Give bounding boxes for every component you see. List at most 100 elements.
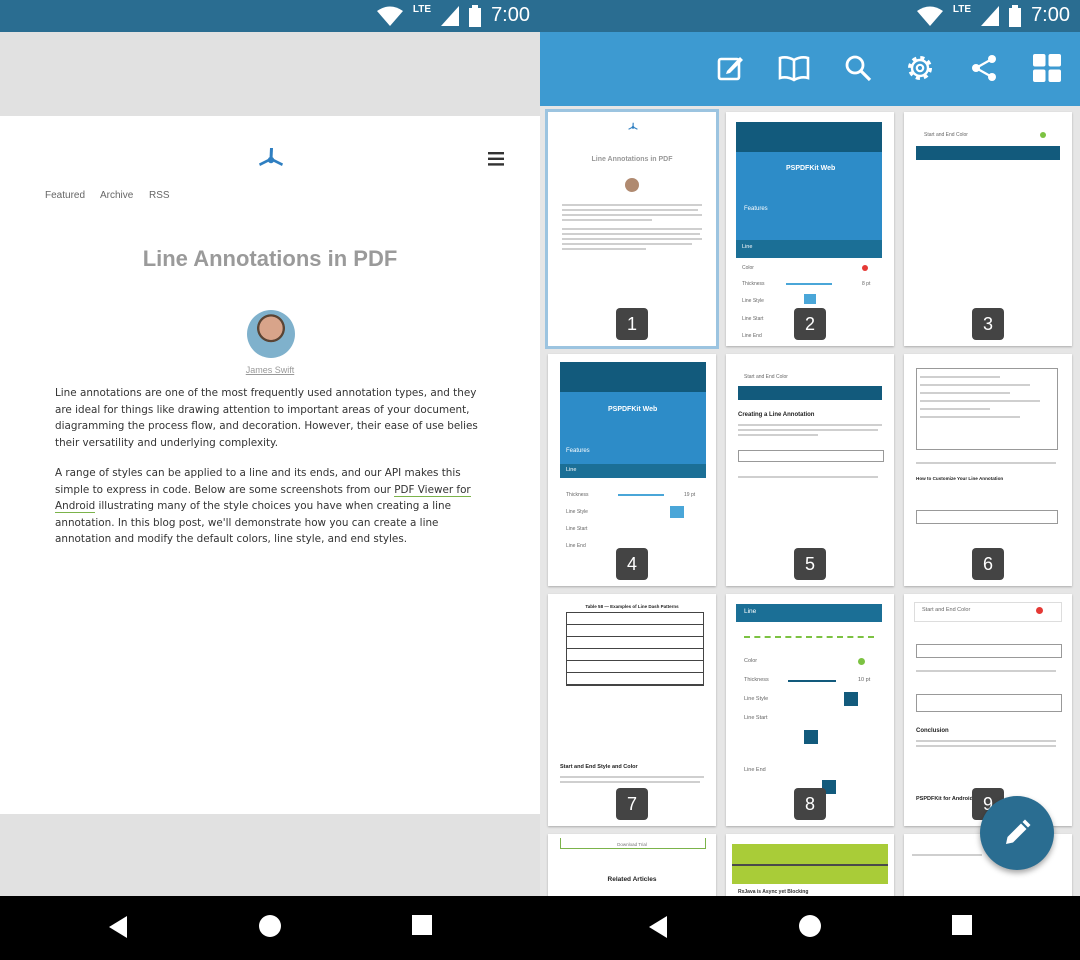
pdf-page[interactable]: Featured Archive RSS Line Annotations in… <box>0 116 540 814</box>
thumb-thickness-value: 10 pt <box>858 677 871 683</box>
thumb-sheet-header <box>736 240 882 258</box>
thumb-title: Line Annotations in PDF <box>591 156 673 163</box>
thumb-footer-title: PSPDFKit for Android <box>916 796 973 802</box>
thumb-navbar <box>738 386 882 400</box>
cell-signal-icon <box>981 5 1000 26</box>
thumb-sheet-header <box>560 464 706 478</box>
thumb-sheet-title: Line <box>744 608 757 615</box>
paragraph-text: illustrating many of the style choices y… <box>55 500 452 545</box>
author-name-link[interactable]: James Swift <box>0 365 540 375</box>
annotate-icon <box>717 57 743 81</box>
thumb-start-label: Line Start <box>744 715 768 721</box>
cell-signal-icon <box>441 5 460 26</box>
thumb-color-dot <box>1036 607 1043 614</box>
page-number-badge: 8 <box>794 788 826 820</box>
thumb-style-label: Line Style <box>744 696 769 702</box>
thumb-start-selected <box>804 730 818 744</box>
page-number-badge: 5 <box>794 548 826 580</box>
thumb-slider <box>786 283 832 285</box>
thumb-end-label: Line End <box>566 543 586 549</box>
recents-button[interactable] <box>411 914 433 936</box>
home-button[interactable] <box>798 914 822 938</box>
thumb-code-box <box>916 694 1062 712</box>
nav-link-featured[interactable]: Featured <box>45 190 85 201</box>
thumb-color-dot <box>1040 132 1046 138</box>
wifi-icon <box>376 6 403 26</box>
thumb-style-label: Line Style <box>566 509 588 515</box>
thumb-avatar <box>625 178 639 192</box>
document-view[interactable]: Featured Archive RSS Line Annotations in… <box>0 32 540 896</box>
thumb-thickness-label: Thickness <box>566 492 589 498</box>
thumb-sheet-title: Line <box>566 467 577 473</box>
thumb-dashed-line <box>744 636 874 638</box>
hamburger-menu-icon[interactable] <box>488 152 504 166</box>
pencil-icon <box>1006 819 1031 844</box>
home-button[interactable] <box>258 914 282 938</box>
thumb-style-box <box>670 506 684 518</box>
thumb-code-box <box>916 644 1062 658</box>
thumb-thickness-value: 19 pt <box>684 492 696 498</box>
settings-button[interactable] <box>904 52 936 84</box>
search-icon <box>845 55 872 82</box>
thumb-label: Start and End Color <box>922 607 971 613</box>
system-navigation-bar <box>0 896 1080 960</box>
back-button[interactable] <box>647 914 669 940</box>
nav-link-archive[interactable]: Archive <box>100 190 133 201</box>
page-thumbnail-11[interactable]: RxJava is Async yet Blocking <box>726 834 894 896</box>
nav-link-rss[interactable]: RSS <box>149 190 170 201</box>
wifi-icon <box>916 6 943 26</box>
page-thumbnail-2[interactable]: PSPDFKit Web Features Line Color Thickne… <box>726 112 894 346</box>
pspdfkit-logo-icon <box>259 148 283 166</box>
thumb-trial-label: Download Trial <box>617 842 647 847</box>
page-thumbnail-3[interactable]: Start and End Color 3 <box>904 112 1072 346</box>
thumb-heading: Conclusion <box>916 728 949 734</box>
pspdfkit-logo-icon <box>628 122 638 130</box>
outline-icon <box>778 56 810 82</box>
page-thumbnail-10[interactable]: Download Trial Related Articles <box>548 834 716 896</box>
thumb-heading: Related Articles <box>607 876 657 883</box>
article-paragraph-2: A range of styles can be applied to a li… <box>55 465 487 548</box>
thumb-start-label: Line Start <box>742 316 764 322</box>
page-thumbnail-4[interactable]: PSPDFKit Web Features Line Thickness 19 … <box>548 354 716 586</box>
page-thumbnail-7[interactable]: Table 58 — Examples of Line Dash Pattern… <box>548 594 716 826</box>
thumb-heading: How to Customize Your Line Annotation <box>916 476 1004 481</box>
recents-button[interactable] <box>951 914 973 936</box>
thumb-code-box <box>738 450 884 462</box>
outline-button[interactable] <box>778 52 810 84</box>
page-number-badge: 1 <box>616 308 648 340</box>
page-thumbnail-8[interactable]: Line Color Thickness 10 pt Line Style Li… <box>726 594 894 826</box>
thumb-label: Start and End Color <box>924 132 968 138</box>
thumb-color-dot <box>858 658 865 665</box>
annotate-button[interactable] <box>714 52 746 84</box>
thumb-caption: RxJava is Async yet Blocking <box>738 889 809 895</box>
network-type-label: LTE <box>412 4 432 15</box>
back-button[interactable] <box>107 914 129 940</box>
page-number-badge: 7 <box>616 788 648 820</box>
page-number-badge: 6 <box>972 548 1004 580</box>
share-icon <box>972 55 996 81</box>
thumb-end-label: Line End <box>744 767 766 773</box>
thumbnail-grid-view[interactable]: Line Annotations in PDF 1 PSPDFKit Web F… <box>540 32 1080 896</box>
thumb-slider <box>788 680 836 682</box>
thumb-style-box <box>844 692 858 706</box>
thumb-table <box>566 612 704 686</box>
page-thumbnail-1[interactable]: Line Annotations in PDF 1 <box>545 109 719 349</box>
thumb-color-label: Color <box>742 265 754 271</box>
battery-icon <box>469 4 482 27</box>
thumb-navbar <box>916 146 1060 160</box>
thumbnail-grid-button[interactable] <box>1031 52 1063 84</box>
settings-icon <box>908 56 932 80</box>
thumb-code-box <box>916 510 1058 524</box>
article-title: Line Annotations in PDF <box>142 246 398 271</box>
thumb-slider <box>618 494 664 496</box>
page-thumbnail-9[interactable]: Start and End Color Conclusion PSPDFKit … <box>904 594 1072 826</box>
thumb-color-label: Color <box>744 658 758 664</box>
search-button[interactable] <box>842 52 874 84</box>
page-thumbnail-5[interactable]: Start and End Color Creating a Line Anno… <box>726 354 894 586</box>
main-toolbar <box>540 32 1080 106</box>
thumb-brand: PSPDFKit Web <box>608 406 658 413</box>
share-button[interactable] <box>968 52 1000 84</box>
annotate-fab[interactable] <box>980 796 1054 870</box>
page-thumbnail-6[interactable]: How to Customize Your Line Annotation 6 <box>904 354 1072 586</box>
thumb-label: Start and End Color <box>744 374 788 380</box>
